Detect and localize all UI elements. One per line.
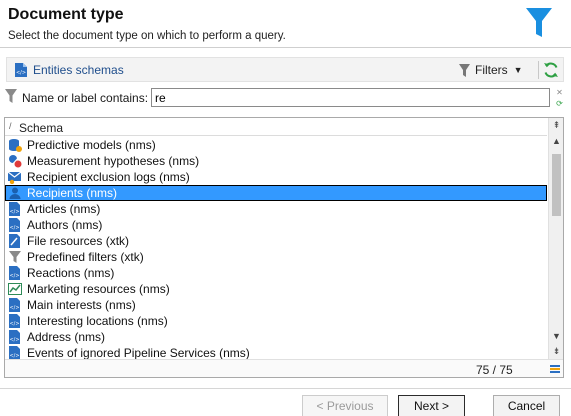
apply-filter-icon[interactable]: ⟳ — [555, 99, 564, 108]
list-item[interactable]: File resources (xtk) — [5, 233, 547, 249]
dialog-subtitle: Select the document type on which to per… — [8, 30, 286, 42]
vertical-scrollbar[interactable]: ⇞ ▲ ▼ ⇟ — [548, 118, 563, 359]
cancel-button[interactable]: Cancel — [493, 395, 560, 416]
svg-text:</>: </> — [9, 225, 19, 231]
schema-list: / Schema Predictive models (nms) Measure… — [4, 117, 564, 378]
hypothesis-icon — [9, 155, 22, 168]
refresh-icon[interactable] — [543, 61, 559, 79]
list-item[interactable]: </> Reactions (nms) — [5, 265, 547, 281]
list-item[interactable]: </> Events of ignored Pipeline Services … — [5, 345, 547, 359]
list-item[interactable]: Predefined filters (xtk) — [5, 249, 547, 265]
scroll-down-icon[interactable]: ▼ — [551, 331, 562, 342]
schema-doc-icon: </> — [15, 63, 27, 77]
list-item[interactable]: </> Main interests (nms) — [5, 297, 547, 313]
scroll-top-icon[interactable]: ⇞ — [551, 120, 562, 131]
schema-doc-icon: </> — [9, 218, 20, 232]
schema-column-label: Schema — [19, 121, 64, 135]
name-filter-row: Name or label contains: ✕ ⟳ — [4, 87, 564, 109]
database-icon — [9, 139, 22, 152]
filters-label: Filters — [475, 63, 508, 77]
svg-text:</>: </> — [9, 305, 19, 311]
schema-rows: Predictive models (nms) Measurement hypo… — [5, 137, 547, 359]
list-item[interactable]: Predictive models (nms) — [5, 137, 547, 153]
toolbar-separator — [538, 61, 539, 79]
exclusion-log-icon — [8, 171, 22, 184]
list-item[interactable]: Measurement hypotheses (nms) — [5, 153, 547, 169]
list-item[interactable]: Marketing resources (nms) — [5, 281, 547, 297]
record-count: 75 / 75 — [476, 363, 513, 377]
scroll-bottom-icon[interactable]: ⇟ — [551, 346, 562, 357]
entities-schemas-link[interactable]: Entities schemas — [33, 63, 124, 77]
previous-button[interactable]: < Previous — [302, 395, 388, 416]
list-item[interactable]: Recipient exclusion logs (nms) — [5, 169, 547, 185]
list-item[interactable]: </> Authors (nms) — [5, 217, 547, 233]
list-item[interactable]: </> Articles (nms) — [5, 201, 547, 217]
schema-doc-icon: </> — [9, 330, 20, 344]
schema-doc-icon: </> — [9, 314, 20, 328]
sort-icon: / — [9, 121, 12, 131]
funnel-icon — [526, 8, 552, 37]
svg-text:</>: </> — [9, 209, 19, 215]
schema-doc-icon: </> — [9, 266, 20, 280]
list-menu-icon[interactable] — [550, 364, 560, 374]
file-resource-icon — [9, 234, 20, 248]
recipient-icon — [9, 187, 21, 199]
list-item[interactable]: </> Address (nms) — [5, 329, 547, 345]
dialog-button-bar: < Previous Next > Cancel — [0, 388, 571, 416]
funnel-icon — [9, 251, 21, 263]
filter-icon — [5, 89, 17, 103]
scrollbar-thumb[interactable] — [552, 154, 561, 216]
dialog-header: Document type Select the document type o… — [0, 0, 571, 48]
schema-doc-icon: </> — [9, 202, 20, 216]
name-filter-input[interactable] — [151, 88, 550, 107]
schema-toolbar: </> Entities schemas Filters ▼ — [6, 57, 564, 82]
dialog-title: Document type — [8, 6, 124, 23]
list-item[interactable]: </> Interesting locations (nms) — [5, 313, 547, 329]
chevron-down-icon: ▼ — [513, 65, 523, 75]
scroll-up-icon[interactable]: ▲ — [551, 136, 562, 147]
chart-icon — [8, 283, 22, 295]
schema-doc-icon: </> — [9, 346, 20, 359]
name-filter-label: Name or label contains: — [22, 91, 149, 105]
svg-text:</>: </> — [9, 321, 19, 327]
list-footer: 75 / 75 — [5, 359, 563, 377]
list-item-selected[interactable]: Recipients (nms) — [5, 185, 547, 201]
svg-text:</>: </> — [16, 70, 26, 76]
clear-filter-icon[interactable]: ✕ — [555, 88, 564, 97]
filters-dropdown[interactable]: Filters ▼ — [459, 61, 523, 79]
svg-text:</>: </> — [9, 273, 19, 279]
svg-text:</>: </> — [9, 337, 19, 343]
schema-column-header[interactable]: / Schema — [5, 118, 547, 136]
filter-icon — [459, 63, 470, 77]
next-button[interactable]: Next > — [398, 395, 465, 416]
schema-doc-icon: </> — [9, 298, 20, 312]
